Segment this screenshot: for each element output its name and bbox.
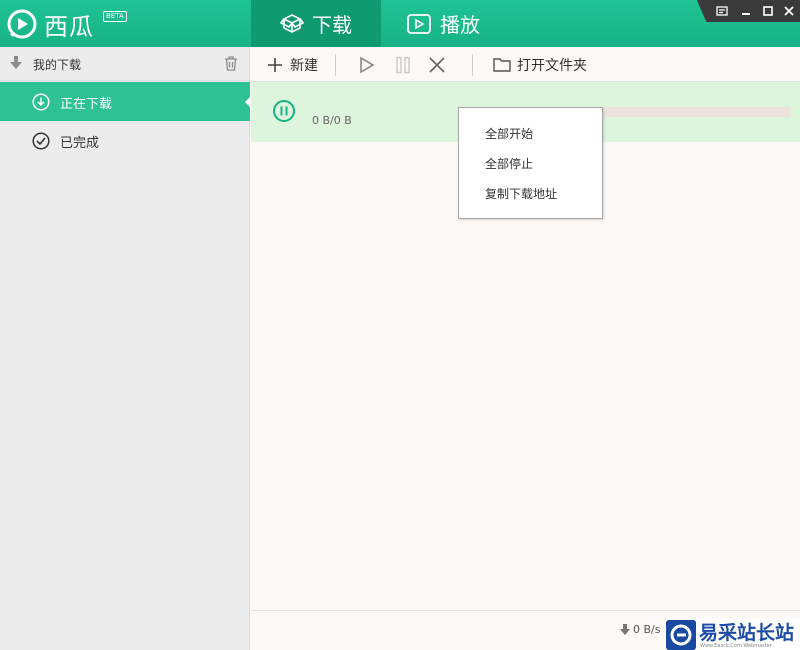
- tab-play-label: 播放: [440, 13, 480, 37]
- window-controls: [696, 0, 800, 22]
- toolbar-divider: [335, 54, 336, 76]
- watermelon-logo-icon: [7, 9, 37, 39]
- folder-icon: [493, 58, 511, 72]
- menu-item-stop-all[interactable]: 全部停止: [485, 155, 533, 172]
- watermark-subtext: Www.Easck.Com Webmaster: [700, 643, 772, 649]
- start-button[interactable]: [358, 47, 376, 82]
- new-task-button[interactable]: 新建: [267, 47, 318, 82]
- sidebar-header-label: 我的下载: [33, 58, 82, 72]
- check-circle-icon: [32, 132, 50, 150]
- open-folder-button[interactable]: 打开文件夹: [493, 47, 587, 82]
- beta-badge: BETA: [103, 11, 127, 22]
- toolbar-divider: [472, 54, 473, 76]
- box-download-icon: [280, 13, 304, 33]
- sidebar-item-completed[interactable]: 已完成: [0, 121, 250, 160]
- close-x-icon: [429, 56, 445, 73]
- download-arrow-icon: [620, 623, 630, 635]
- pause-icon: [396, 56, 410, 73]
- tab-download-label: 下载: [312, 13, 352, 37]
- toolbar: 新建 打开文件夹: [251, 47, 800, 82]
- play-icon: [360, 56, 375, 73]
- video-play-icon: [407, 13, 431, 34]
- sidebar-item-label: 已完成: [60, 136, 100, 151]
- download-speed-value: 0 B/s: [633, 623, 661, 636]
- sidebar: 我的下载 正在下载 已完成: [0, 47, 251, 650]
- close-icon[interactable]: [781, 3, 797, 19]
- task-size: 0 B/0 B: [312, 114, 352, 127]
- watermark: 易采站长站 Www.Easck.Com Webmaster: [666, 618, 800, 650]
- menu-icon[interactable]: [714, 3, 730, 19]
- open-folder-label: 打开文件夹: [517, 57, 587, 74]
- menu-item-copy-url[interactable]: 复制下载地址: [485, 185, 557, 202]
- sidebar-item-label: 正在下载: [60, 97, 113, 112]
- sidebar-header: 我的下载: [0, 47, 250, 81]
- watermark-text: 易采站长站: [699, 622, 795, 644]
- title-bar: 西瓜 BETA 下载 播放: [0, 0, 800, 47]
- pause-button[interactable]: [394, 47, 412, 82]
- download-circle-icon: [32, 93, 50, 111]
- minimize-icon[interactable]: [738, 3, 754, 19]
- tab-download[interactable]: 下载: [251, 0, 381, 47]
- menu-item-start-all[interactable]: 全部开始: [485, 125, 533, 142]
- plus-icon: [268, 57, 282, 72]
- trash-icon[interactable]: [224, 56, 238, 71]
- tab-play[interactable]: 播放: [406, 0, 480, 47]
- pause-circle-icon[interactable]: [272, 99, 296, 123]
- context-menu: 全部开始 全部停止 复制下载地址: [458, 107, 603, 219]
- maximize-icon[interactable]: [760, 3, 776, 19]
- download-speed: 0 B/s: [620, 623, 660, 636]
- app-name: 西瓜: [44, 13, 94, 41]
- delete-button[interactable]: [428, 47, 446, 82]
- download-arrow-icon: [10, 56, 22, 69]
- new-task-label: 新建: [290, 57, 318, 74]
- easck-logo-icon: [666, 620, 696, 650]
- sidebar-item-downloading[interactable]: 正在下载: [0, 82, 251, 121]
